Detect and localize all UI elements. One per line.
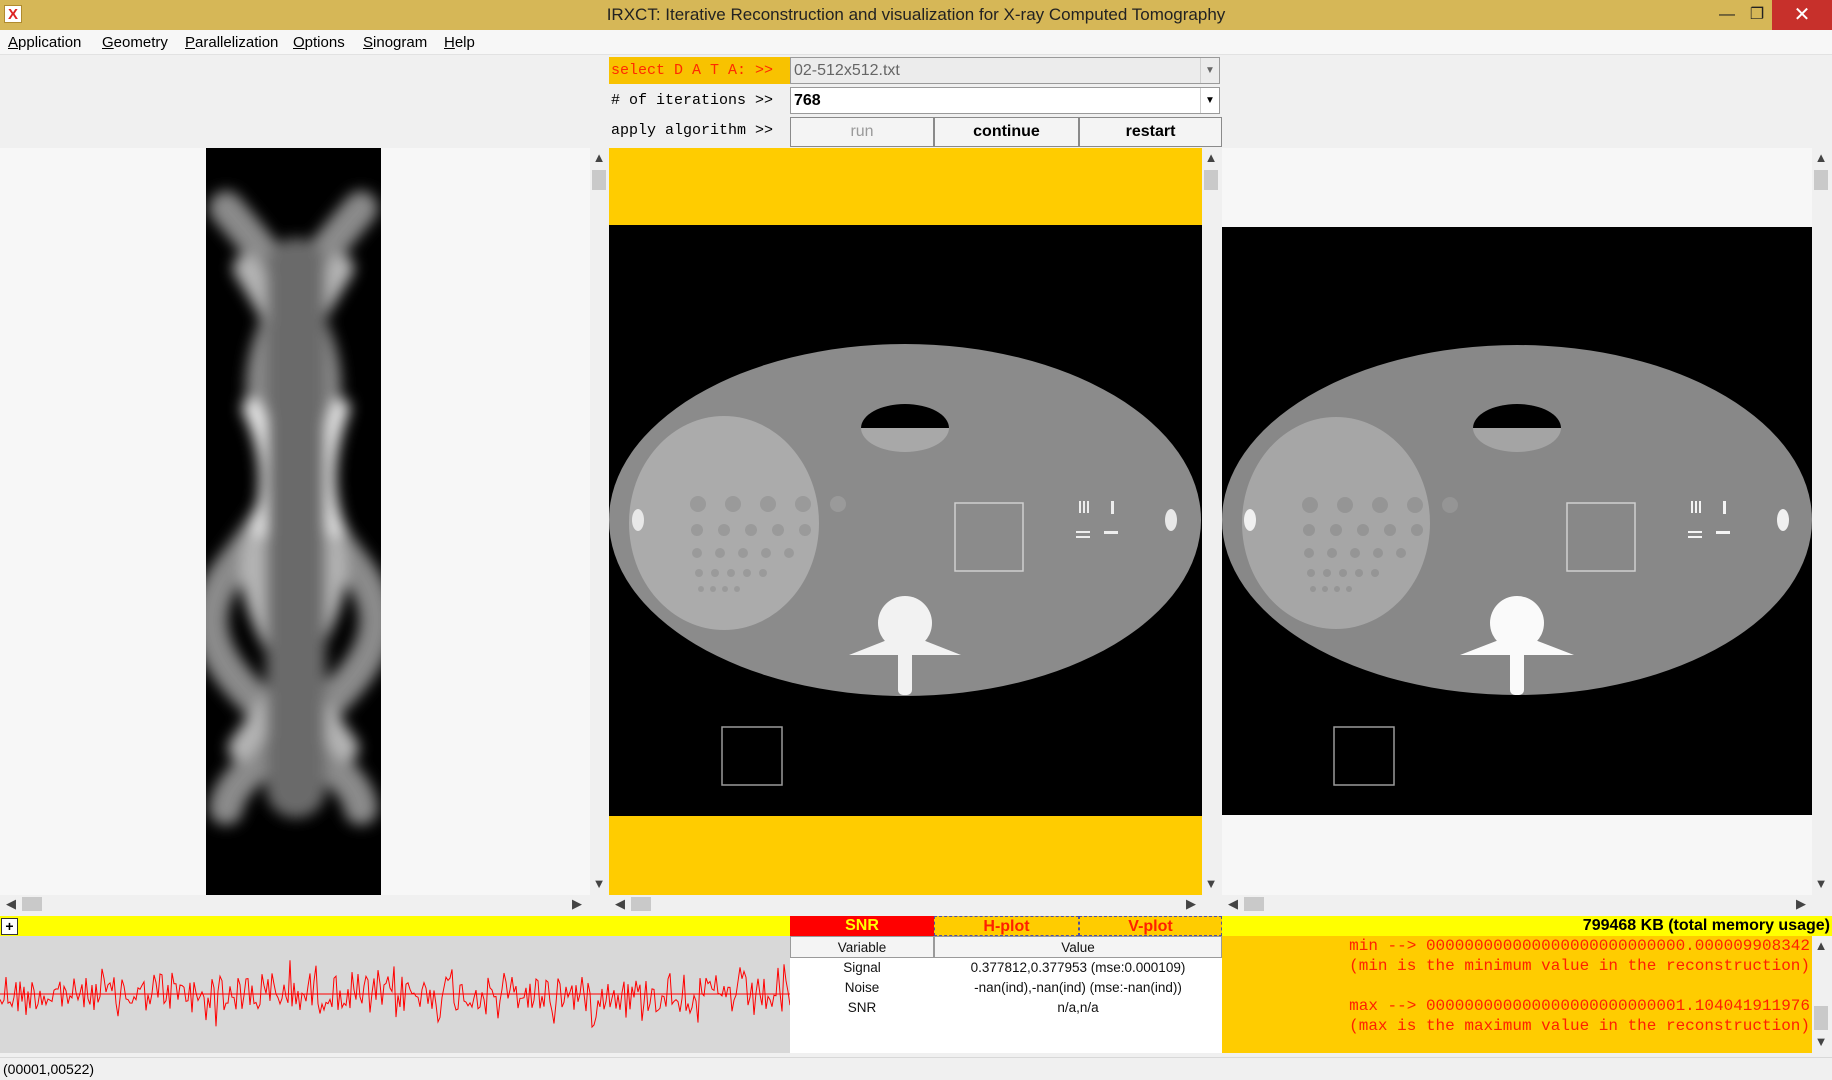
chevron-down-icon[interactable]: ▼ <box>1200 88 1219 113</box>
scroll-up-icon[interactable]: ▲ <box>1812 150 1830 165</box>
chevron-down-icon[interactable]: ▼ <box>1200 58 1219 83</box>
scroll-down-icon[interactable]: ▼ <box>1812 1034 1830 1049</box>
scroll-right-icon[interactable]: ▶ <box>1792 896 1810 912</box>
scroll-up-icon[interactable]: ▲ <box>1202 150 1220 165</box>
snr-table: Variable Value Signal 0.377812,0.377953 … <box>790 936 1222 1053</box>
sinogram-pane <box>0 148 590 895</box>
header-label: Value <box>1061 940 1095 955</box>
reconstruction-hscroll[interactable]: ◀ ▶ <box>609 895 1202 913</box>
expand-icon[interactable]: + <box>1 918 18 935</box>
continue-button[interactable]: continue <box>934 117 1079 147</box>
scroll-thumb[interactable] <box>1814 1006 1828 1030</box>
status-bar: (00001,00522) <box>0 1057 1832 1080</box>
scroll-left-icon[interactable]: ◀ <box>2 896 20 912</box>
data-select[interactable]: 02-512x512.txt ▼ <box>790 57 1220 84</box>
reference-image <box>1222 227 1812 815</box>
menu-geometry[interactable]: Geometry <box>102 30 168 55</box>
scroll-thumb[interactable] <box>592 170 606 190</box>
memory-usage: 799468 KB (total memory usage) <box>1222 916 1832 936</box>
maximize-icon[interactable]: ❐ <box>1742 0 1772 30</box>
menu-bar: Application Geometry Parallelization Opt… <box>0 30 1832 55</box>
table-header-value: Value <box>934 936 1222 958</box>
header-label: Variable <box>837 940 887 955</box>
reference-hscroll[interactable]: ◀ ▶ <box>1222 895 1812 913</box>
reconstruction-info: min --> 000000000000000000000000000.0000… <box>1222 936 1812 1053</box>
app-icon: X <box>4 5 22 23</box>
scroll-down-icon[interactable]: ▼ <box>1202 876 1220 891</box>
menu-application[interactable]: Application <box>8 30 81 55</box>
data-select-value: 02-512x512.txt <box>794 62 900 79</box>
reference-vscroll[interactable]: ▲ ▼ <box>1812 148 1830 895</box>
menu-parallelization[interactable]: Parallelization <box>185 30 278 55</box>
scroll-thumb[interactable] <box>1814 170 1828 190</box>
menu-help[interactable]: Help <box>444 30 475 55</box>
table-header-variable: Variable <box>790 936 934 958</box>
tab-h-plot[interactable]: H-plot <box>934 916 1079 936</box>
scroll-right-icon[interactable]: ▶ <box>1182 896 1200 912</box>
minimize-icon[interactable]: — <box>1712 0 1742 30</box>
menu-options[interactable]: Options <box>293 30 345 55</box>
table-cell-value: -nan(ind),-nan(ind) (mse:-nan(ind)) <box>974 980 1182 995</box>
menu-sinogram[interactable]: Sinogram <box>363 30 427 55</box>
table-cell-variable: Signal <box>843 960 881 975</box>
reconstruction-vscroll[interactable]: ▲ ▼ <box>1202 148 1220 895</box>
restart-button[interactable]: restart <box>1079 117 1222 147</box>
table-cell-variable: SNR <box>847 1000 877 1015</box>
close-icon[interactable]: ✕ <box>1772 0 1832 30</box>
max-value: max --> 000000000000000000000000001.1040… <box>1349 997 1810 1015</box>
scroll-up-icon[interactable]: ▲ <box>1812 938 1830 953</box>
scroll-left-icon[interactable]: ◀ <box>611 896 629 912</box>
scroll-left-icon[interactable]: ◀ <box>1224 896 1242 912</box>
scroll-right-icon[interactable]: ▶ <box>568 896 586 912</box>
iterations-label: # of iterations >> <box>611 92 774 109</box>
tab-snr[interactable]: SNR <box>790 916 934 936</box>
iterations-select[interactable]: 768 ▼ <box>790 87 1220 114</box>
algorithm-label: apply algorithm >> <box>611 122 774 139</box>
scroll-thumb[interactable] <box>22 897 42 911</box>
reconstruction-image <box>609 225 1202 816</box>
sinogram-image <box>206 148 381 895</box>
scroll-thumb[interactable] <box>1244 897 1264 911</box>
run-button[interactable]: run <box>790 117 934 147</box>
tab-v-plot[interactable]: V-plot <box>1079 916 1222 936</box>
signal-plot <box>0 936 790 1053</box>
max-note: (max is the maximum value in the reconst… <box>1349 1017 1810 1035</box>
sinogram-vscroll[interactable]: ▲ ▼ <box>590 148 608 895</box>
reconstruction-pane <box>609 148 1202 895</box>
scroll-down-icon[interactable]: ▼ <box>1812 876 1830 891</box>
min-note: (min is the minimum value in the reconst… <box>1349 957 1810 975</box>
window-title: IRXCT: Iterative Reconstruction and visu… <box>606 5 1226 24</box>
info-vscroll[interactable]: ▲ ▼ <box>1812 936 1830 1053</box>
iterations-value: 768 <box>794 92 821 109</box>
reference-pane <box>1222 148 1812 895</box>
scroll-up-icon[interactable]: ▲ <box>590 150 608 165</box>
scroll-thumb[interactable] <box>631 897 651 911</box>
min-value: min --> 000000000000000000000000000.0000… <box>1349 937 1810 955</box>
sinogram-hscroll[interactable]: ◀ ▶ <box>0 895 590 913</box>
table-cell-value: n/a,n/a <box>1057 1000 1099 1015</box>
scroll-down-icon[interactable]: ▼ <box>590 876 608 891</box>
table-cell-value: 0.377812,0.377953 (mse:0.000109) <box>970 960 1186 975</box>
scroll-thumb[interactable] <box>1204 170 1218 190</box>
table-cell-variable: Noise <box>844 980 880 995</box>
select-data-label: select D A T A: >> <box>609 57 790 84</box>
